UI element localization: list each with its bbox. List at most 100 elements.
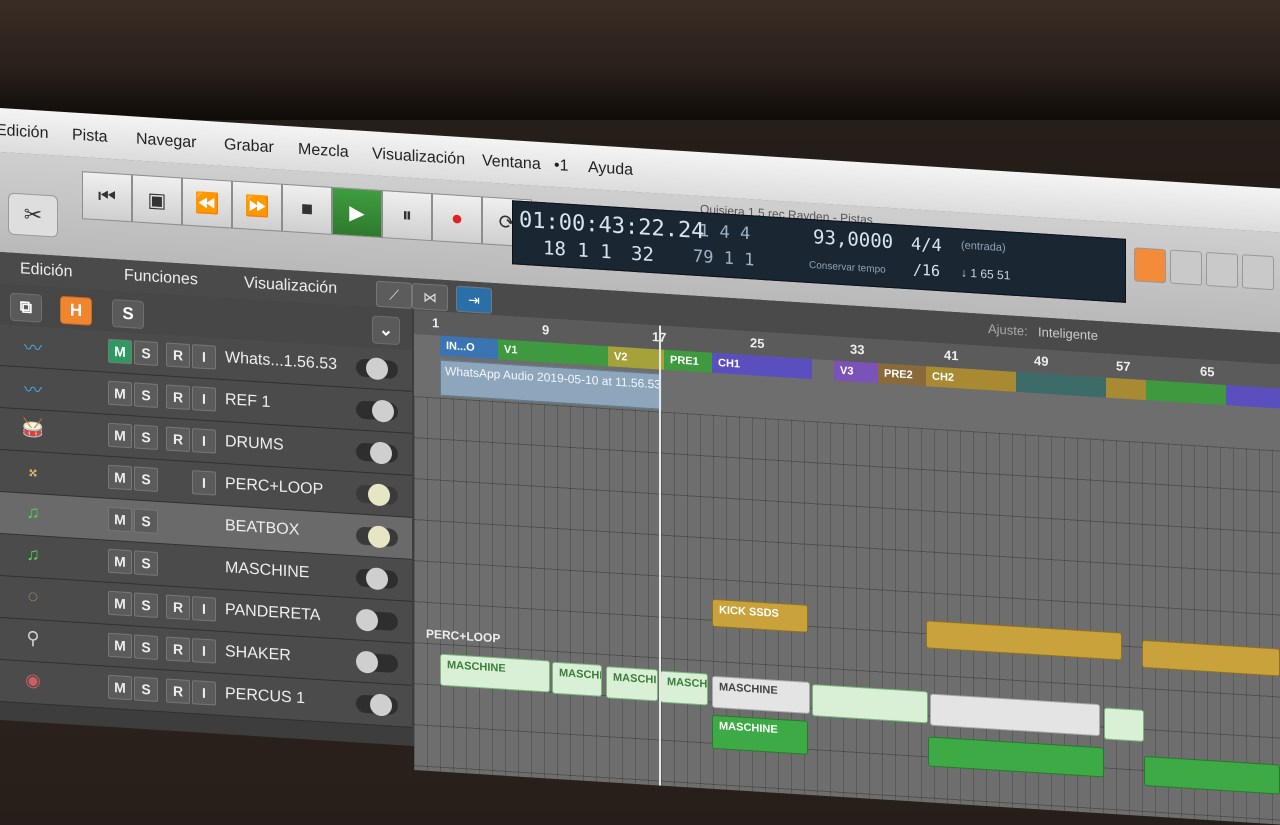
go-to-start-button[interactable]: ⏮ (82, 171, 132, 223)
pause-icon: ⏸ (402, 203, 412, 227)
marker-blurred[interactable] (1106, 377, 1146, 401)
menu-visualizacion[interactable]: Visualización (372, 145, 465, 169)
solo-track-button[interactable]: S (134, 634, 158, 660)
frame-icon: ▣ (147, 188, 167, 212)
automation-tool[interactable]: ⟋ (376, 280, 412, 309)
solo-track-button[interactable]: S (134, 550, 158, 576)
mute-button[interactable]: M (108, 548, 132, 575)
record-enable-button[interactable]: R (166, 636, 190, 662)
input-monitor-button[interactable]: I (192, 470, 216, 496)
mute-button[interactable]: M (108, 674, 132, 701)
ruler-bar-25: 25 (750, 335, 765, 352)
mute-button[interactable]: M (108, 506, 132, 533)
solo-track-button[interactable]: S (134, 508, 158, 534)
edicion-menu[interactable]: Edición (20, 260, 72, 281)
input-monitor-button[interactable]: I (192, 680, 216, 706)
menu-dot-1[interactable]: •1 (554, 157, 569, 176)
track-toggle[interactable] (356, 650, 398, 674)
region-beatbox-blurred[interactable] (1104, 707, 1144, 742)
solo-track-button[interactable]: S (134, 466, 158, 492)
rewind-button[interactable]: ⏪ (182, 177, 232, 229)
library-button[interactable] (1134, 247, 1166, 284)
marker-blurred[interactable] (1016, 371, 1106, 398)
marker-blurred[interactable] (1146, 380, 1226, 406)
solo-button[interactable]: S (112, 299, 144, 330)
track-toggle[interactable] (356, 525, 398, 549)
track-toggle[interactable] (356, 441, 398, 465)
playhead[interactable] (659, 325, 661, 786)
record-enable-button[interactable]: R (166, 384, 190, 410)
marker-v2[interactable]: V2 (608, 346, 664, 370)
inspector-button[interactable] (1170, 249, 1202, 286)
input-monitor-button[interactable]: I (192, 428, 216, 454)
region-maschine[interactable]: MASCHINE (712, 675, 810, 714)
menu-navegar[interactable]: Navegar (136, 131, 196, 153)
track-menu-button[interactable]: ⌄ (372, 315, 400, 346)
cycle-region-button[interactable]: ▣ (132, 174, 182, 226)
global-tracks-button[interactable]: ⧉ (10, 292, 42, 323)
marker-pre2[interactable]: PRE2 (878, 363, 926, 387)
smart-controls-button[interactable] (1242, 254, 1274, 291)
menu-edicion[interactable]: Edición (0, 122, 48, 143)
funciones-menu[interactable]: Funciones (124, 267, 198, 290)
menu-grabar[interactable]: Grabar (224, 136, 274, 157)
toolbar-button[interactable] (1206, 251, 1238, 288)
fast-forward-button[interactable]: ⏩ (232, 180, 282, 232)
track-toggle[interactable] (356, 399, 398, 423)
pause-button[interactable]: ⏸ (382, 190, 432, 242)
mute-button[interactable]: M (108, 422, 132, 449)
record-button[interactable]: ● (432, 193, 482, 245)
snap-value[interactable]: Inteligente (1038, 324, 1098, 343)
marker-pre1[interactable]: PRE1 (664, 349, 712, 373)
record-enable-button[interactable]: R (166, 678, 190, 704)
solo-track-button[interactable]: S (134, 382, 158, 408)
mute-button[interactable]: M (108, 338, 132, 365)
solo-track-button[interactable]: S (134, 424, 158, 450)
hide-button[interactable]: H (60, 295, 92, 326)
flex-tool[interactable]: ⋈ (412, 282, 448, 312)
region-maschine[interactable]: MASCHINE (660, 670, 708, 706)
mute-button[interactable]: M (108, 632, 132, 659)
record-enable-button[interactable]: R (166, 342, 190, 368)
menu-ventana[interactable]: Ventana (482, 152, 541, 174)
track-toggle[interactable] (356, 483, 398, 507)
mute-button[interactable]: M (108, 464, 132, 491)
scissors-button[interactable]: ✂ (8, 192, 58, 238)
play-button[interactable]: ▶ (332, 186, 382, 239)
rewind-icon: ⏪ (194, 191, 220, 216)
input-monitor-button[interactable]: I (192, 596, 216, 622)
visualizacion-menu[interactable]: Visualización (244, 274, 337, 298)
stop-button[interactable]: ■ (282, 183, 332, 235)
menu-ayuda[interactable]: Ayuda (588, 159, 633, 180)
region-maschi[interactable]: MASCHI (606, 666, 658, 702)
input-monitor-button[interactable]: I (192, 638, 216, 664)
input-monitor-button[interactable]: I (192, 386, 216, 412)
arrange-area[interactable]: 1 9 17 25 33 41 49 57 65 IN...O V1 V2 PR… (414, 310, 1280, 825)
region-maschine[interactable]: MASCHINE (440, 653, 550, 693)
track-toggle[interactable] (356, 608, 398, 632)
solo-track-button[interactable]: S (134, 340, 158, 366)
bar-position: 18 1 1 (543, 237, 612, 264)
input-value: ↓ 1 65 51 (961, 265, 1011, 283)
mute-button[interactable]: M (108, 590, 132, 617)
track-toggle[interactable] (356, 567, 398, 591)
region-kick[interactable]: KICK SSDS (712, 598, 808, 633)
record-enable-button[interactable]: R (166, 426, 190, 452)
marker-intro[interactable]: IN...O (440, 335, 498, 360)
marker-v3[interactable]: V3 (834, 360, 878, 384)
marker-ch2[interactable]: CH2 (926, 366, 1016, 392)
region-maschine[interactable]: MASCHINE (712, 714, 808, 755)
catch-playhead-tool[interactable]: ⇥ (456, 285, 492, 314)
solo-track-button[interactable]: S (134, 592, 158, 618)
track-toggle[interactable] (356, 693, 398, 717)
region-maschi[interactable]: MASCHI (552, 661, 602, 697)
input-monitor-button[interactable]: I (192, 344, 216, 370)
menu-mezcla[interactable]: Mezcla (298, 141, 349, 162)
solo-track-button[interactable]: S (134, 676, 158, 702)
mute-button[interactable]: M (108, 380, 132, 407)
ruler-bar-49: 49 (1034, 353, 1049, 369)
record-enable-button[interactable]: R (166, 594, 190, 620)
track-toggle[interactable] (356, 357, 398, 381)
marker-blurred[interactable] (1226, 385, 1280, 409)
menu-pista[interactable]: Pista (72, 127, 108, 147)
